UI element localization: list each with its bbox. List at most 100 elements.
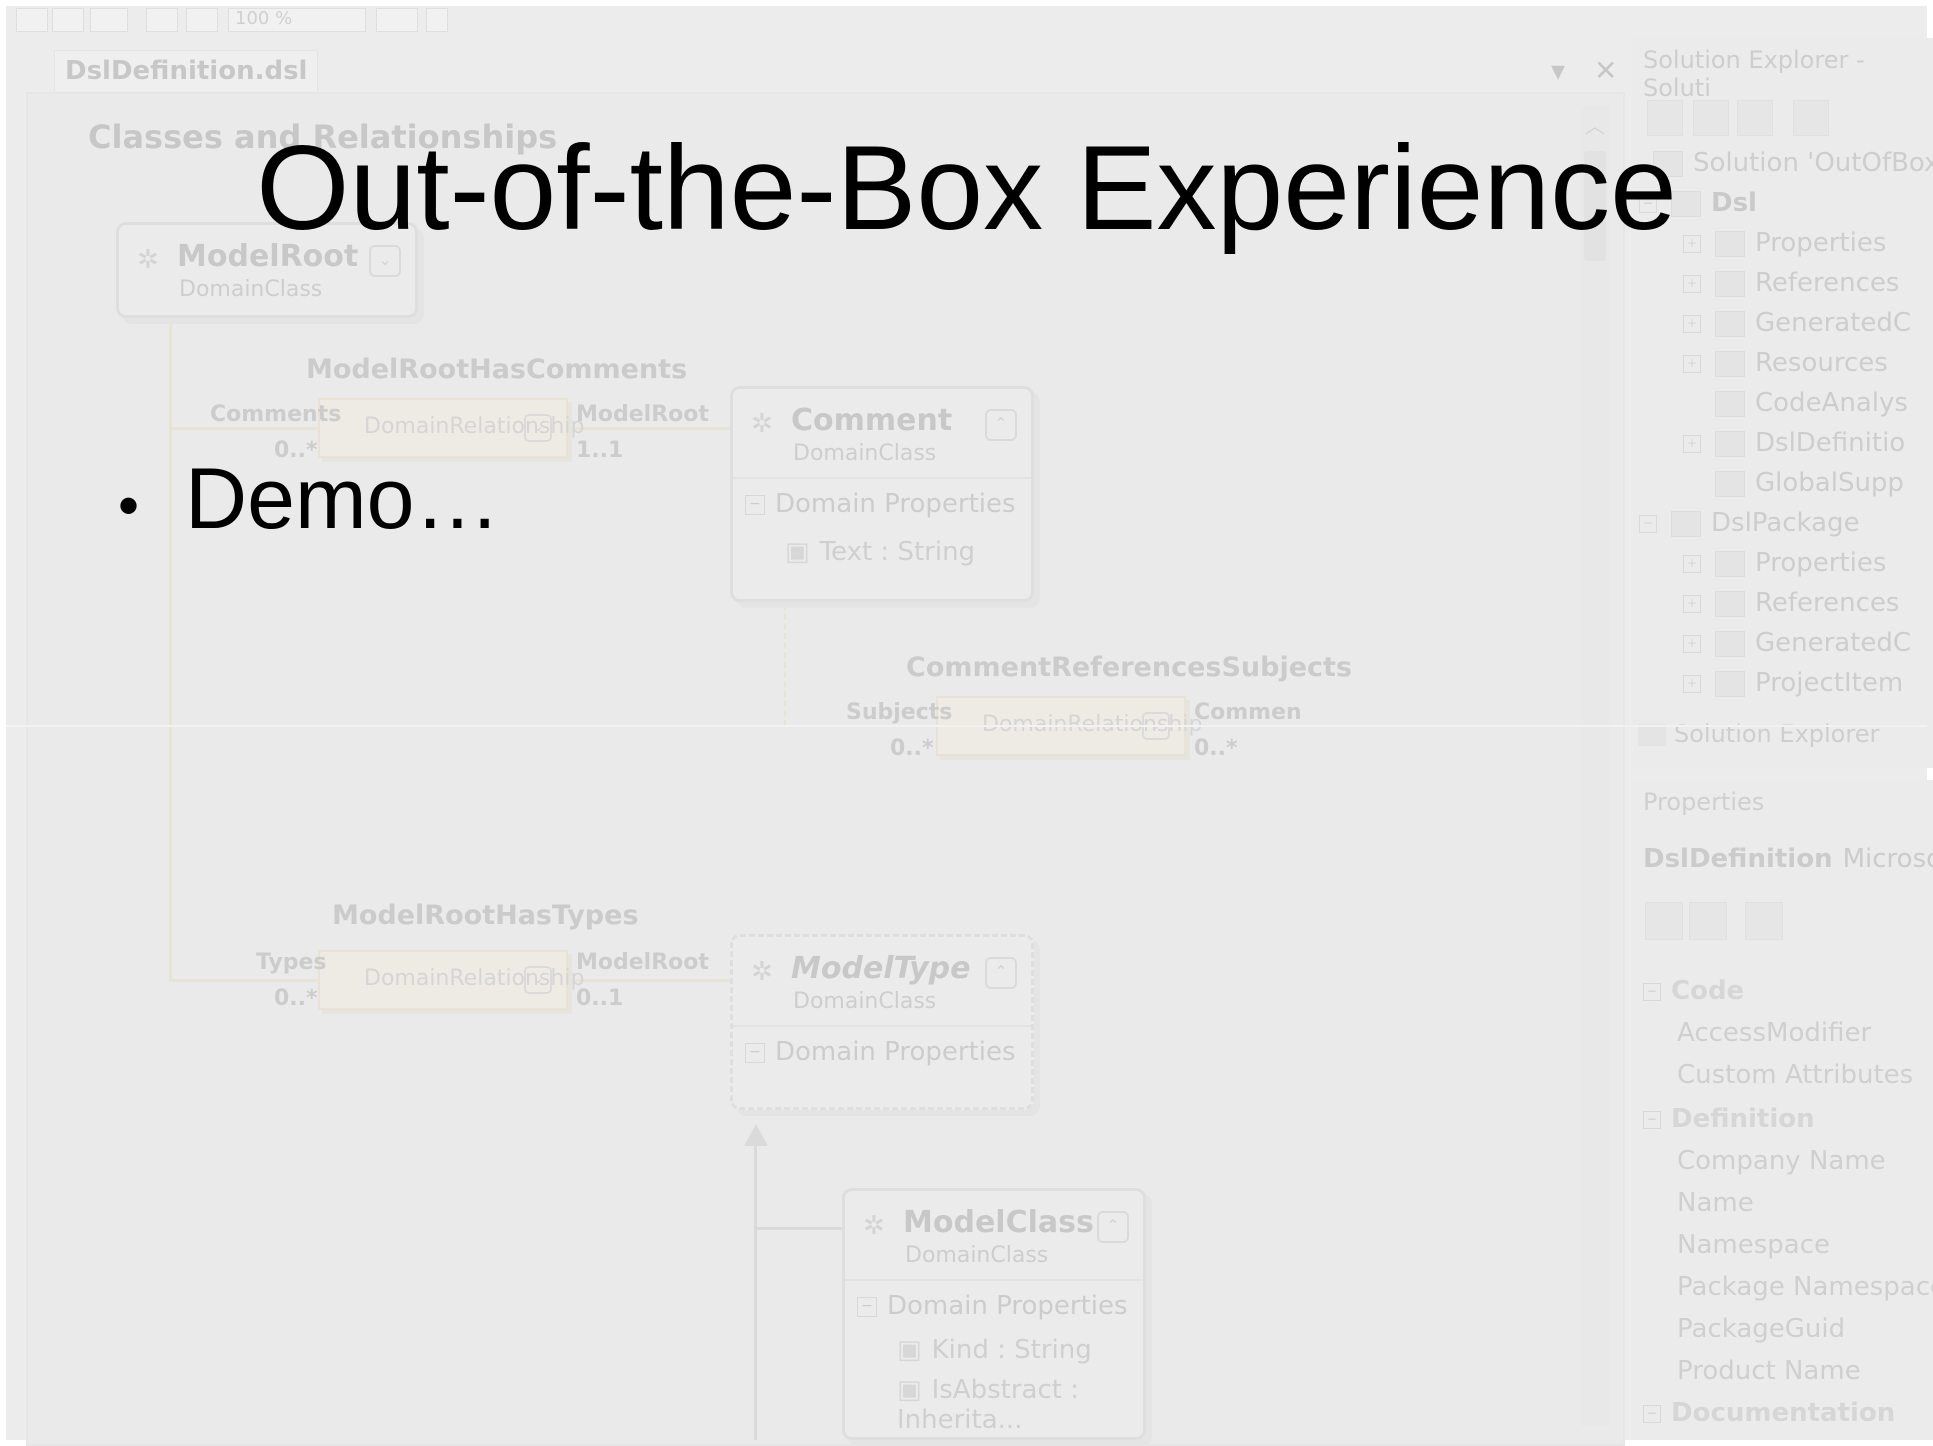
property-label: Text : String [819,537,976,567]
expand-icon[interactable]: + [1683,674,1701,693]
inheritance-line [754,1227,844,1230]
domain-properties-section[interactable]: − Domain Properties [857,1291,1128,1321]
class-property[interactable]: ▣ IsAbstract : Inherita... [897,1375,1143,1435]
expand-icon[interactable]: + [1683,434,1701,453]
property-label: IsAbstract : Inherita... [897,1375,1079,1435]
tree-item-label: GeneratedC [1755,628,1912,658]
toolbar-button[interactable] [376,8,418,32]
source-role: Types [256,950,327,975]
folder-icon [1715,630,1745,657]
tree-item[interactable]: GlobalSupp [1715,468,1904,498]
toolbar-button[interactable] [90,8,128,32]
property-pages-icon[interactable] [1745,902,1783,940]
target-role: ModelRoot [576,950,709,975]
slide-divider [6,725,1927,727]
document-tab[interactable]: DslDefinition.dsl [54,50,319,91]
expand-icon[interactable]: ⌄ [524,414,552,442]
tree-item[interactable]: + References [1683,268,1899,298]
class-property[interactable]: ▣ Kind : String [897,1335,1092,1365]
expand-icon[interactable]: + [1683,594,1701,613]
collapse-icon[interactable]: − [745,1042,765,1063]
property-label: Kind : String [931,1335,1092,1365]
target-role: ModelRoot [576,402,709,427]
tree-item-label: DslDefinitio [1755,428,1906,458]
expand-icon[interactable]: + [1683,554,1701,573]
class-shape-comment[interactable]: ✲ Comment DomainClass ⌃ − Domain Properti… [730,386,1034,602]
tree-item-label: DslPackage [1711,508,1860,538]
class-shape-modelclass[interactable]: ✲ ModelClass DomainClass ⌃ − Domain Prope… [842,1188,1146,1440]
references-icon [1715,270,1745,297]
tree-item[interactable]: + GeneratedC [1683,308,1911,338]
category-label: Code [1671,976,1745,1006]
domain-properties-section[interactable]: − Domain Properties [745,489,1016,519]
property-row[interactable]: Namespace [1677,1230,1830,1260]
folder-icon [1715,310,1745,337]
object-selector[interactable]: DslDefinition Microsoft [1643,844,1933,874]
vertical-scrollbar[interactable]: ︿ [1581,106,1609,1426]
property-row[interactable]: Company Name [1677,1146,1886,1176]
tree-item[interactable]: CodeAnalys [1715,388,1908,418]
collapse-icon[interactable]: ⌃ [985,957,1017,989]
tree-item[interactable]: + References [1683,588,1899,618]
zoom-combo[interactable]: 100 % [228,8,366,32]
collapse-icon[interactable]: ⌃ [1097,1211,1129,1243]
collapse-icon[interactable]: ⌃ [985,409,1017,441]
tree-item[interactable]: + Resources [1683,348,1888,378]
expand-icon[interactable]: + [1683,634,1701,653]
domain-class-icon: ✲ [751,409,773,439]
zoom-out-icon[interactable] [186,8,218,32]
domain-class-icon: ✲ [751,957,773,987]
source-multiplicity: 0..* [274,986,318,1011]
categorized-icon[interactable] [1645,902,1683,940]
property-category[interactable]: − Definition [1643,1104,1815,1134]
toolbar-button[interactable] [52,8,84,32]
category-label: Documentation [1671,1398,1896,1428]
close-icon[interactable]: ✕ [1594,54,1617,87]
toolbar-overflow-icon[interactable] [426,8,448,32]
connector-line [784,604,786,726]
expand-icon[interactable]: ⌄ [524,966,552,994]
tree-item-label: Properties [1755,548,1887,578]
class-header: ✲ Comment DomainClass ⌃ [733,389,1031,479]
collapse-icon[interactable]: − [745,494,765,515]
class-property[interactable]: ▣ Text : String [785,537,975,567]
collapse-icon[interactable]: − [857,1296,877,1317]
bullet-text: Demo… [185,451,501,547]
folder-icon [1715,670,1745,697]
toolbar-button[interactable] [16,8,48,32]
tree-item-label: Resources [1755,348,1888,378]
collapse-icon[interactable]: − [1643,1404,1661,1423]
tab-dropdown-icon[interactable]: ▾ [1551,54,1565,87]
property-row[interactable]: Product Name [1677,1356,1861,1386]
property-category[interactable]: − Documentation [1643,1398,1895,1428]
tree-item-project[interactable]: − DslPackage [1639,508,1860,538]
expand-icon[interactable]: + [1683,354,1701,373]
property-row[interactable]: Package Namespace [1677,1272,1933,1302]
collapse-icon[interactable]: − [1643,982,1661,1001]
property-category[interactable]: − Code [1643,976,1744,1006]
relationship-shape[interactable]: DomainRelationship ⌄ [318,950,584,1010]
alphabetical-icon[interactable] [1689,902,1727,940]
zoom-in-icon[interactable] [146,8,178,32]
connector-line [566,979,736,982]
dsl-file-icon [1715,430,1745,457]
tree-item[interactable]: + ProjectItem [1683,668,1903,698]
property-row[interactable]: PackageGuid [1677,1314,1845,1344]
property-row[interactable]: Name [1677,1188,1754,1218]
domain-properties-section[interactable]: − Domain Properties [745,1037,1016,1067]
tree-item[interactable]: + Properties [1683,548,1886,578]
collapse-icon[interactable]: − [1643,1110,1661,1129]
expand-icon[interactable]: + [1683,274,1701,293]
property-row[interactable]: AccessModifier [1677,1018,1871,1048]
collapse-icon[interactable]: − [1639,514,1657,533]
property-row[interactable]: Custom Attributes [1677,1060,1913,1090]
expand-icon[interactable]: + [1683,314,1701,333]
target-multiplicity: 0..* [1194,736,1238,761]
target-multiplicity: 0..1 [576,986,624,1011]
class-shape-modeltype[interactable]: ✲ ModelType DomainClass ⌃ − Domain Proper… [730,934,1034,1110]
relationship-shape[interactable]: DomainRelationship ⌄ [318,398,584,458]
tree-item[interactable]: + GeneratedC [1683,628,1911,658]
connector-line [169,979,319,982]
tree-item[interactable]: + DslDefinitio [1683,428,1905,458]
tree-item-label: GlobalSupp [1755,468,1904,498]
